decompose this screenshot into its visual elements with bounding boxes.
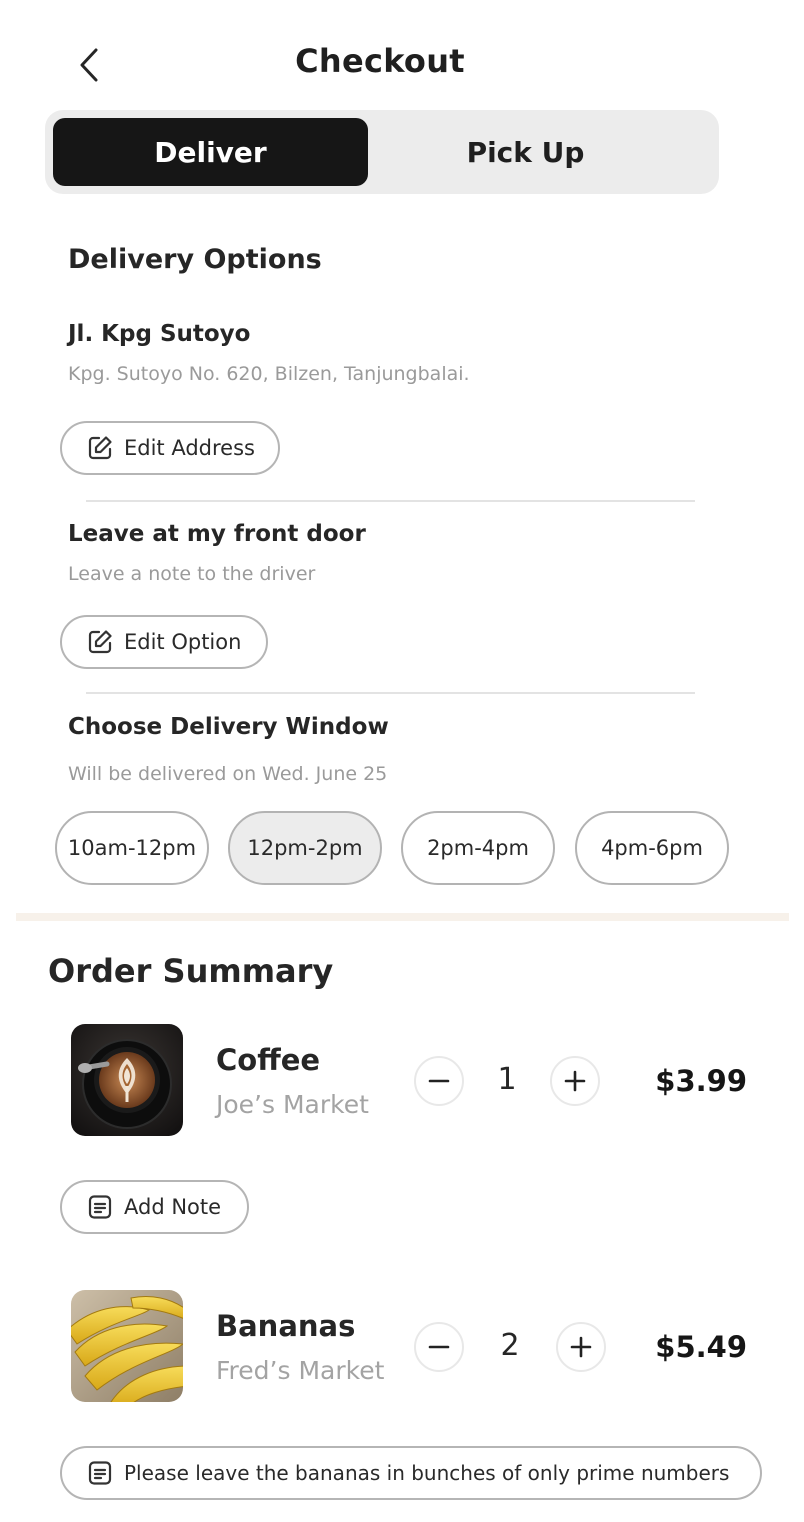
product-store: Joe’s Market bbox=[216, 1090, 369, 1119]
decrease-quantity-button[interactable] bbox=[414, 1056, 464, 1106]
address-name: Jl. Kpg Sutoyo bbox=[68, 321, 251, 347]
delivery-window-title: Choose Delivery Window bbox=[68, 714, 389, 740]
product-price: $5.49 bbox=[655, 1330, 747, 1364]
window-2pm-4pm[interactable]: 2pm-4pm bbox=[401, 811, 555, 885]
tab-pick-up[interactable]: Pick Up bbox=[368, 118, 683, 186]
delivery-options-heading: Delivery Options bbox=[68, 244, 322, 275]
coffee-image bbox=[71, 1024, 183, 1136]
tab-deliver[interactable]: Deliver bbox=[53, 118, 368, 186]
page-title: Checkout bbox=[295, 42, 465, 80]
add-note-button[interactable]: Add Note bbox=[60, 1180, 249, 1234]
item-note-text: Please leave the bananas in bunches of o… bbox=[124, 1461, 730, 1485]
edit-address-label: Edit Address bbox=[124, 436, 255, 460]
window-4pm-6pm[interactable]: 4pm-6pm bbox=[575, 811, 729, 885]
edit-option-button[interactable]: Edit Option bbox=[60, 615, 268, 669]
divider bbox=[86, 692, 695, 694]
plus-icon bbox=[564, 1070, 586, 1092]
mode-toggle: Deliver Pick Up bbox=[45, 110, 719, 194]
delivery-window-subtitle: Will be delivered on Wed. June 25 bbox=[68, 763, 388, 785]
bananas-image bbox=[71, 1290, 183, 1402]
note-icon bbox=[86, 1193, 114, 1221]
increase-quantity-button[interactable] bbox=[556, 1322, 606, 1372]
edit-option-label: Edit Option bbox=[124, 630, 242, 654]
plus-icon bbox=[570, 1336, 592, 1358]
quantity-value: 1 bbox=[497, 1062, 517, 1097]
window-10am-12pm[interactable]: 10am-12pm bbox=[55, 811, 209, 885]
increase-quantity-button[interactable] bbox=[550, 1056, 600, 1106]
add-note-label: Add Note bbox=[124, 1195, 222, 1219]
product-name: Bananas bbox=[216, 1309, 356, 1343]
dropoff-title: Leave at my front door bbox=[68, 521, 366, 547]
address-detail: Kpg. Sutoyo No. 620, Bilzen, Tanjungbala… bbox=[68, 363, 470, 385]
order-summary-heading: Order Summary bbox=[48, 952, 334, 990]
quantity-value: 2 bbox=[500, 1328, 520, 1363]
minus-icon bbox=[428, 1345, 450, 1349]
window-12pm-2pm[interactable]: 12pm-2pm bbox=[228, 811, 382, 885]
product-store: Fred’s Market bbox=[216, 1356, 385, 1385]
product-price: $3.99 bbox=[655, 1064, 747, 1098]
product-name: Coffee bbox=[216, 1043, 321, 1077]
item-note-button[interactable]: Please leave the bananas in bunches of o… bbox=[60, 1446, 762, 1500]
note-icon bbox=[86, 1459, 114, 1487]
edit-icon bbox=[86, 628, 114, 656]
edit-icon bbox=[86, 434, 114, 462]
edit-address-button[interactable]: Edit Address bbox=[60, 421, 280, 475]
minus-icon bbox=[428, 1079, 450, 1083]
dropoff-subtitle: Leave a note to the driver bbox=[68, 563, 316, 585]
divider bbox=[86, 500, 695, 502]
decrease-quantity-button[interactable] bbox=[414, 1322, 464, 1372]
section-separator bbox=[16, 913, 789, 921]
